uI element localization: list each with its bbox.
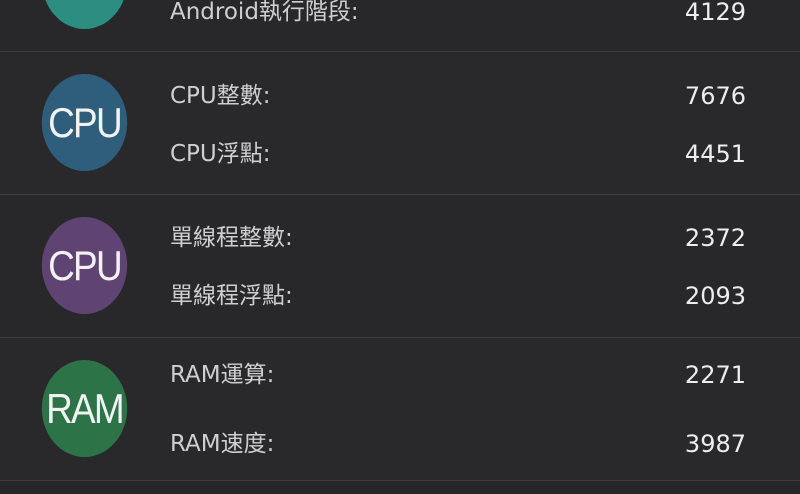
- ram-speed-score: 3987: [684, 430, 746, 458]
- cpu-float-score: 4451: [684, 140, 746, 168]
- single-thread-integer-label: 單線程整數:: [170, 225, 293, 251]
- result-group-cpu: CPU CPU整數: 7676 CPU浮點: 4451: [0, 52, 800, 195]
- android-runtime-score: 4129: [684, 0, 746, 26]
- result-group-android-runtime: Android執行階段: 4129: [0, 0, 800, 52]
- cpu-badge-icon: CPU: [41, 74, 128, 171]
- single-thread-float-label: 單線程浮點:: [170, 283, 293, 309]
- ram-badge-icon: RAM: [41, 360, 128, 457]
- cpu-integer-score: 7676: [684, 82, 746, 110]
- cpu-integer-label: CPU整數:: [170, 83, 271, 109]
- single-thread-float-score: 2093: [684, 282, 746, 310]
- result-group-single-thread: CPU 單線程整數: 2372 單線程浮點: 2093: [0, 195, 800, 338]
- android-runtime-label: Android執行階段:: [170, 0, 359, 25]
- benchmark-results-list: Android執行階段: 4129 CPU CPU整數: 7676 CPU浮點:…: [0, 0, 800, 494]
- single-thread-cpu-badge-icon: CPU: [41, 217, 128, 314]
- ram-operation-label: RAM運算:: [170, 362, 275, 388]
- runtime-badge-icon: [41, 0, 128, 29]
- single-thread-integer-score: 2372: [684, 224, 746, 252]
- cpu-float-label: CPU浮點:: [170, 141, 271, 167]
- ram-speed-label: RAM速度:: [170, 431, 275, 457]
- result-group-ram: RAM RAM運算: 2271 RAM速度: 3987: [0, 338, 800, 481]
- ram-operation-score: 2271: [684, 361, 746, 389]
